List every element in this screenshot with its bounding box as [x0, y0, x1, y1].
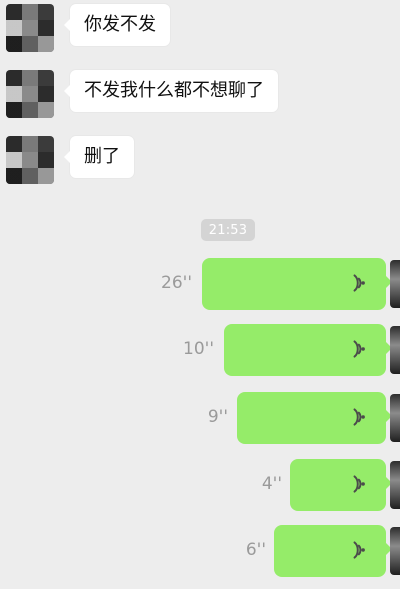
- voice-wave-icon: [353, 541, 365, 559]
- sender-avatar[interactable]: [6, 4, 54, 52]
- my-avatar[interactable]: [390, 461, 400, 509]
- incoming-message-bubble[interactable]: 你发不发: [64, 4, 170, 46]
- voice-wave-icon: [353, 274, 365, 292]
- my-avatar[interactable]: [390, 527, 400, 575]
- voice-wave-icon: [353, 475, 365, 493]
- message-time: 21:53: [201, 219, 255, 241]
- voice-message-bubble[interactable]: [202, 258, 392, 310]
- voice-wave-icon: [353, 408, 365, 426]
- voice-duration: 10'': [183, 339, 214, 359]
- outgoing-voice-row: 26'': [0, 258, 400, 310]
- outgoing-voice-row: 10'': [0, 324, 400, 376]
- voice-duration: 6'': [245, 540, 266, 560]
- incoming-message-text: 删了: [84, 146, 120, 167]
- outgoing-voice-row: 9'': [0, 392, 400, 444]
- incoming-message-bubble[interactable]: 删了: [64, 136, 134, 178]
- incoming-message-row: 删了: [6, 136, 134, 184]
- voice-duration: 4'': [261, 474, 282, 494]
- voice-duration: 9'': [207, 407, 228, 427]
- incoming-message-text: 不发我什么都不想聊了: [84, 80, 264, 101]
- my-avatar[interactable]: [390, 260, 400, 308]
- voice-message-bubble[interactable]: [237, 392, 392, 444]
- incoming-message-text: 你发不发: [84, 14, 156, 35]
- my-avatar[interactable]: [390, 326, 400, 374]
- voice-message-bubble[interactable]: [274, 525, 392, 577]
- voice-message-bubble[interactable]: [224, 324, 392, 376]
- my-avatar[interactable]: [390, 394, 400, 442]
- incoming-message-bubble[interactable]: 不发我什么都不想聊了: [64, 70, 278, 112]
- voice-duration: 26'': [161, 273, 192, 293]
- voice-wave-icon: [353, 340, 365, 358]
- incoming-message-row: 你发不发: [6, 4, 170, 52]
- voice-message-bubble[interactable]: [290, 459, 392, 511]
- chat-window: 你发不发 不发我什么都不想聊了 删了 21:53 26'' 10'' 9'' 4…: [0, 0, 400, 589]
- incoming-message-row: 不发我什么都不想聊了: [6, 70, 278, 118]
- sender-avatar[interactable]: [6, 70, 54, 118]
- outgoing-voice-row: 6'': [0, 525, 400, 577]
- outgoing-voice-row: 4'': [0, 459, 400, 511]
- sender-avatar[interactable]: [6, 136, 54, 184]
